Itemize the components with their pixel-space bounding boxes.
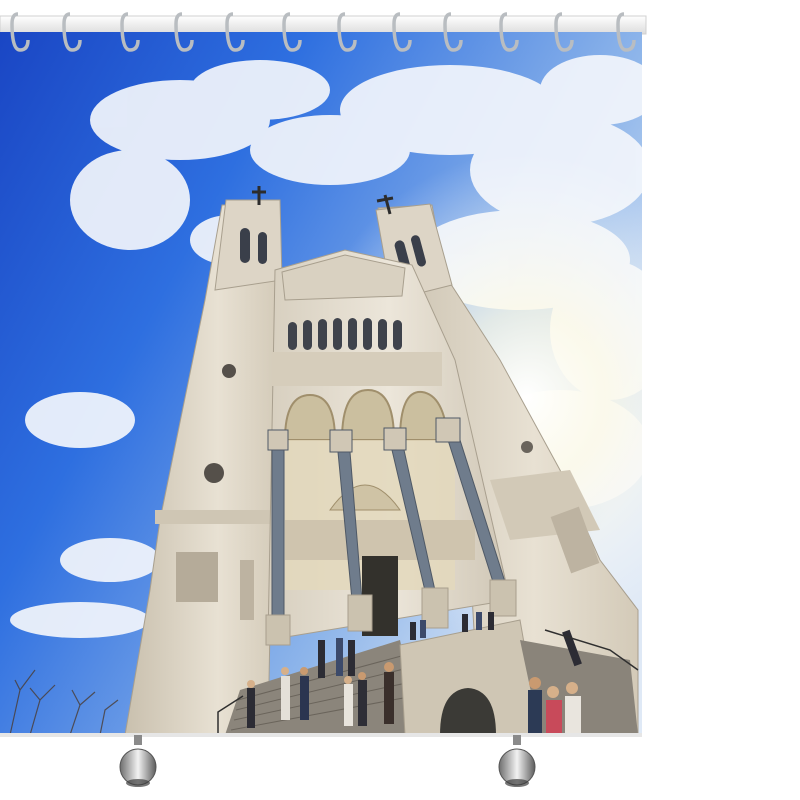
portico-arches bbox=[283, 388, 450, 441]
curtain-panel bbox=[0, 32, 642, 735]
curtain-weight bbox=[498, 735, 536, 787]
product-image bbox=[0, 12, 647, 787]
curtain-rod bbox=[0, 15, 647, 35]
curtain-hem bbox=[0, 733, 642, 737]
curtain-weight bbox=[119, 735, 157, 787]
